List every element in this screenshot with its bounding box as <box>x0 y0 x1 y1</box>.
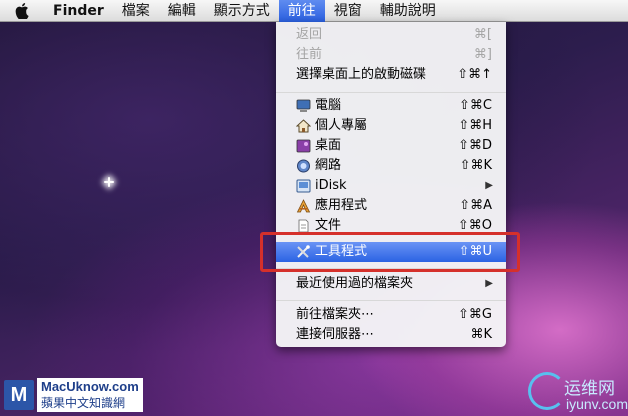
menu-item-shortcut: ⌘[ <box>473 27 492 42</box>
go-menu-dropdown: 返回 ⌘[ 往前 ⌘] 選擇桌面上的啟動磁碟 ⇧⌘↑ 電腦 ⇧⌘C 個人專屬 ⇧… <box>276 22 506 347</box>
menu-item-label: 連接伺服器⋯ <box>296 327 375 342</box>
menu-help[interactable]: 輔助說明 <box>371 0 445 22</box>
applications-icon <box>296 199 311 213</box>
menu-item-applications[interactable]: 應用程式 ⇧⌘A <box>276 196 506 216</box>
menu-item-connect-to-server[interactable]: 連接伺服器⋯ ⌘K <box>276 325 506 345</box>
menu-item-label: 桌面 <box>315 138 342 153</box>
menu-item-home[interactable]: 個人專屬 ⇧⌘H <box>276 116 506 136</box>
menu-view[interactable]: 顯示方式 <box>205 0 279 22</box>
watermark-line-2: iyunv.com <box>566 396 628 412</box>
menu-item-label: 前往檔案夾⋯ <box>296 307 375 322</box>
menu-file[interactable]: 檔案 <box>113 0 159 22</box>
menu-item-shortcut: ⇧⌘K <box>459 158 492 173</box>
menu-item-label: 網路 <box>315 158 342 173</box>
menu-item-label: 選擇桌面上的啟動磁碟 <box>296 67 427 82</box>
menu-item-shortcut: ⇧⌘D <box>458 138 492 153</box>
menu-item-shortcut: ⇧⌘H <box>458 118 492 133</box>
menu-separator <box>276 92 506 93</box>
apple-icon[interactable] <box>15 2 35 19</box>
menu-item-select-startup-disk[interactable]: 選擇桌面上的啟動磁碟 ⇧⌘↑ <box>276 65 506 85</box>
submenu-arrow-icon: ▶ <box>485 180 493 191</box>
macuknow-watermark: M MacUknow.com 蘋果中文知識網 <box>4 376 143 414</box>
menu-item-label: 最近使用過的檔案夾 <box>296 276 414 291</box>
desktop-icon <box>296 139 311 153</box>
menu-item-desktop[interactable]: 桌面 ⇧⌘D <box>276 136 506 156</box>
menu-edit[interactable]: 編輯 <box>159 0 205 22</box>
menu-item-label: 應用程式 <box>315 198 368 213</box>
menu-item-go-to-folder[interactable]: 前往檔案夾⋯ ⇧⌘G <box>276 305 506 325</box>
menu-item-recent-folders[interactable]: 最近使用過的檔案夾 ▶ <box>276 274 506 294</box>
menu-item-computer[interactable]: 電腦 ⇧⌘C <box>276 96 506 116</box>
menu-item-forward[interactable]: 往前 ⌘] <box>276 45 506 65</box>
menu-item-shortcut: ⌘] <box>473 47 492 62</box>
home-icon <box>295 119 312 133</box>
submenu-arrow-icon: ▶ <box>485 278 493 289</box>
watermark-text: MacUknow.com 蘋果中文知識網 <box>37 378 143 412</box>
idisk-icon <box>296 179 311 193</box>
menu-separator <box>276 300 506 301</box>
menu-item-idisk[interactable]: iDisk ▶ <box>276 176 506 196</box>
menu-item-label: 返回 <box>296 27 323 42</box>
documents-icon <box>296 219 311 233</box>
macuknow-logo-icon: M <box>4 380 34 410</box>
iyunv-watermark: 运维网 iyunv.com <box>528 372 628 414</box>
menu-item-label: 個人專屬 <box>315 118 368 133</box>
menu-item-back[interactable]: 返回 ⌘[ <box>276 25 506 45</box>
menu-go[interactable]: 前往 <box>278 0 325 22</box>
menu-item-shortcut: ⌘K <box>470 327 492 342</box>
menu-item-shortcut: ⇧⌘↑ <box>457 67 492 82</box>
menu-item-shortcut: ⇧⌘A <box>459 198 492 213</box>
iyunv-logo-icon <box>528 372 566 410</box>
computer-icon <box>296 99 311 113</box>
menu-item-network[interactable]: 網路 ⇧⌘K <box>276 156 506 176</box>
menu-item-shortcut: ⇧⌘C <box>459 98 492 113</box>
menu-item-label: 往前 <box>296 47 323 62</box>
menu-bar: Finder 檔案 編輯 顯示方式 前往 視窗 輔助說明 <box>0 0 628 22</box>
menu-finder[interactable]: Finder <box>49 0 113 22</box>
watermark-line-2: 蘋果中文知識網 <box>41 396 126 410</box>
menu-window[interactable]: 視窗 <box>325 0 371 22</box>
desktop-star <box>104 177 114 187</box>
menu-item-label: iDisk <box>315 178 347 193</box>
network-icon <box>296 159 311 173</box>
watermark-line-1: MacUknow.com <box>41 379 139 394</box>
menu-item-shortcut: ⇧⌘G <box>458 307 492 322</box>
annotation-highlight-box <box>260 232 520 272</box>
menu-item-label: 電腦 <box>315 98 342 113</box>
